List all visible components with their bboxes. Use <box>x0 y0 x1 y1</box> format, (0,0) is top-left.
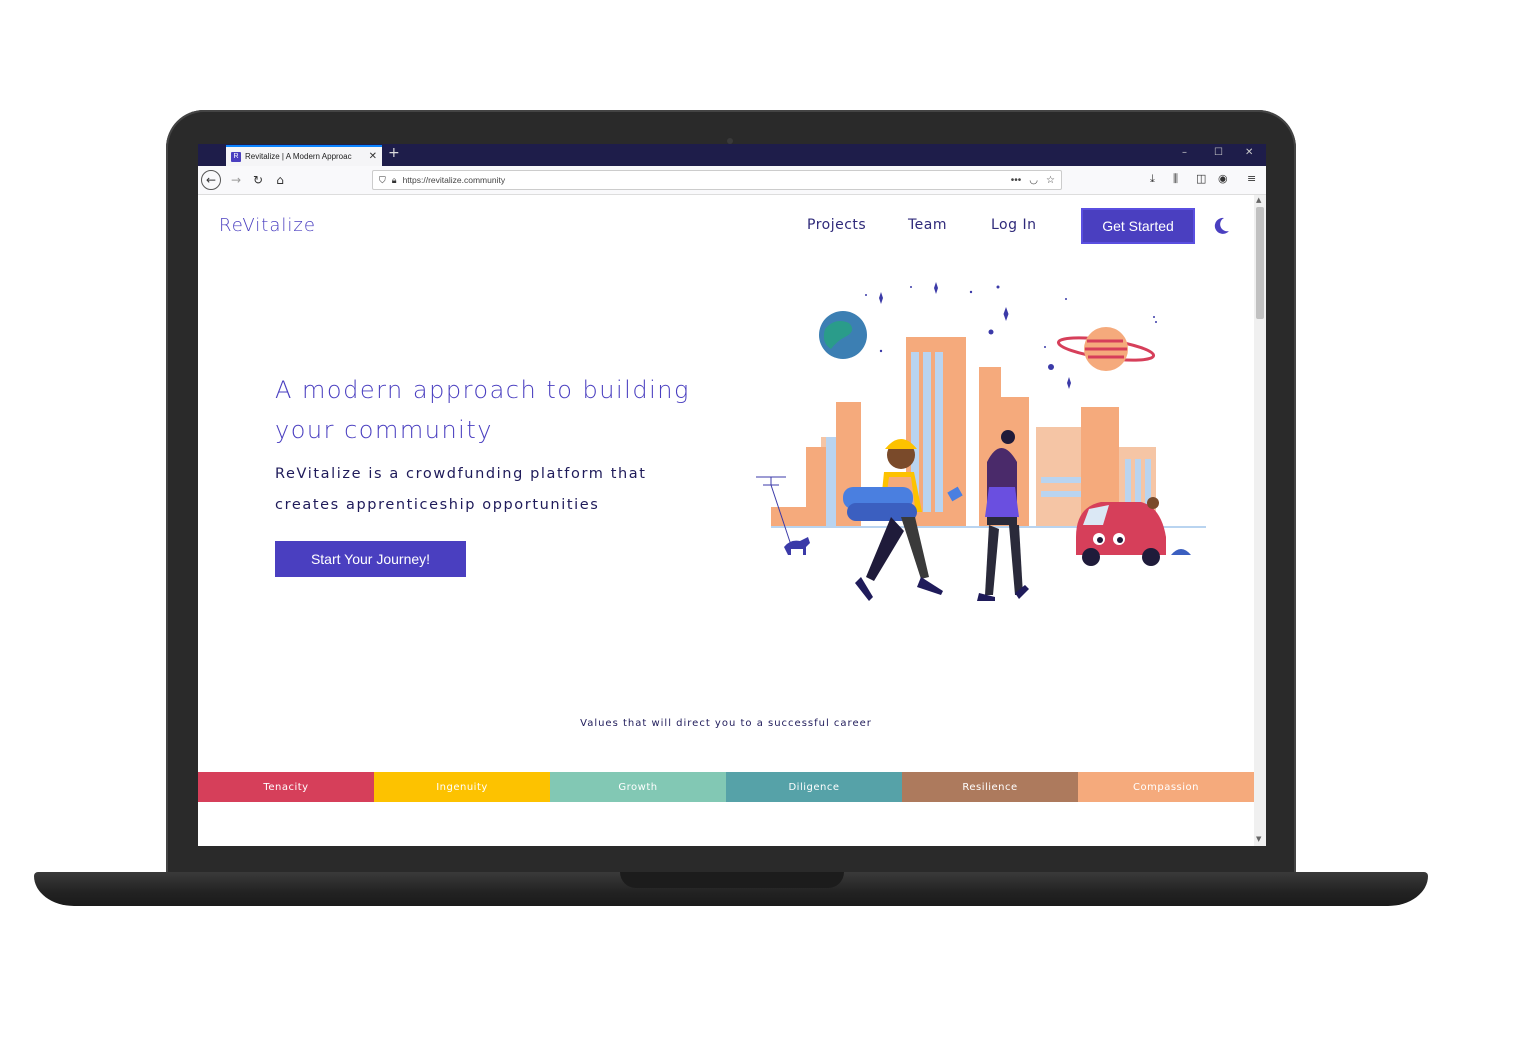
more-actions-icon[interactable]: ••• <box>1011 175 1022 186</box>
value-cell-ingenuity: Ingenuity <box>374 772 550 802</box>
get-started-button[interactable]: Get Started <box>1081 208 1195 244</box>
screen: R Revitalize | A Modern Approac ✕ + – ☐ … <box>198 144 1266 846</box>
hero-subtitle: ReVitalize is a crowdfunding platform th… <box>275 466 647 513</box>
browser-toolbar: ← → ↻ ⌂ ⛉ 🔒︎ https://revitalize.communit… <box>198 166 1266 195</box>
window-close-icon[interactable]: ✕ <box>1245 147 1253 158</box>
page-scrollbar[interactable]: ▲ ▼ <box>1254 195 1266 846</box>
scroll-up-icon[interactable]: ▲ <box>1256 196 1261 204</box>
library-icon[interactable]: ⫼ <box>1173 172 1178 186</box>
address-bar[interactable]: ⛉ 🔒︎ https://revitalize.community ••• ◡ … <box>372 170 1062 190</box>
pocket-icon[interactable]: ◡ <box>1029 175 1038 186</box>
home-icon[interactable]: ⌂ <box>270 170 290 190</box>
value-cell-compassion: Compassion <box>1078 772 1254 802</box>
scroll-down-icon[interactable]: ▼ <box>1256 835 1261 843</box>
maximize-icon[interactable]: ☐ <box>1214 147 1223 158</box>
value-cell-growth: Growth <box>550 772 726 802</box>
account-icon[interactable]: ◉ <box>1218 172 1228 185</box>
url-text[interactable]: https://revitalize.community <box>403 175 1003 185</box>
nav-link-team[interactable]: Team <box>908 217 947 233</box>
start-journey-button[interactable]: Start Your Journey! <box>275 541 466 577</box>
menu-icon[interactable]: ≡ <box>1247 172 1256 185</box>
web-page: ReVitalize Projects Team Log In Get Star… <box>198 195 1254 846</box>
value-cell-tenacity: Tenacity <box>198 772 374 802</box>
city-illustration <box>756 282 1206 601</box>
hero-title: A modern approach to building your commu… <box>275 376 690 444</box>
nav-link-projects[interactable]: Projects <box>807 217 866 233</box>
tab-title: Revitalize | A Modern Approac <box>245 152 352 161</box>
values-caption: Values that will direct you to a success… <box>580 718 872 729</box>
dark-mode-moon-icon[interactable] <box>1211 216 1231 236</box>
downloads-icon[interactable]: ⤓ <box>1150 172 1155 186</box>
shield-icon[interactable]: ⛉ <box>379 175 386 186</box>
site-favicon-icon: R <box>231 151 241 162</box>
reload-icon[interactable]: ↻ <box>248 170 268 190</box>
lock-icon[interactable]: 🔒︎ <box>392 175 397 186</box>
minimize-icon[interactable]: – <box>1182 147 1187 158</box>
forward-arrow-icon[interactable]: → <box>226 170 246 190</box>
bookmark-star-icon[interactable]: ☆ <box>1046 175 1055 186</box>
close-tab-icon[interactable]: ✕ <box>369 151 377 162</box>
values-bar: Tenacity Ingenuity Growth Diligence Resilien… <box>198 772 1254 802</box>
laptop-hinge-notch <box>620 872 844 888</box>
value-cell-resilience: Resilience <box>902 772 1078 802</box>
brand-logo[interactable]: ReVitalize <box>219 215 316 236</box>
browser-tab[interactable]: R Revitalize | A Modern Approac ✕ <box>226 145 382 166</box>
browser-tab-bar: R Revitalize | A Modern Approac ✕ + – ☐ … <box>198 144 1266 166</box>
back-arrow-icon[interactable]: ← <box>201 170 221 190</box>
nav-link-login[interactable]: Log In <box>991 217 1036 233</box>
value-cell-diligence: Diligence <box>726 772 902 802</box>
scrollbar-thumb[interactable] <box>1256 207 1264 319</box>
sidebar-icon[interactable]: ◫ <box>1196 172 1206 185</box>
new-tab-icon[interactable]: + <box>388 145 400 161</box>
